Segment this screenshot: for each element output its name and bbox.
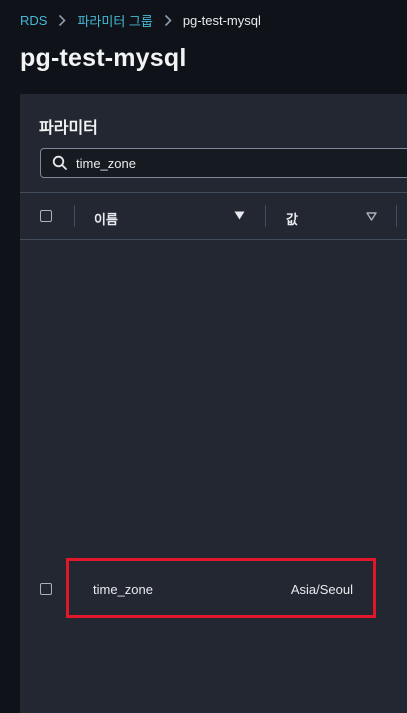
breadcrumb: RDS 파라미터 그룹 pg-test-mysql — [20, 11, 261, 29]
column-divider[interactable] — [396, 205, 397, 227]
breadcrumb-current: pg-test-mysql — [182, 12, 261, 28]
column-header-value[interactable]: 값 — [286, 209, 298, 228]
page-title: pg-test-mysql — [20, 44, 187, 72]
breadcrumb-parameter-groups-link[interactable]: 파라미터 그룹 — [77, 11, 152, 30]
table-row[interactable]: time_zone Asia/Seoul — [20, 570, 407, 610]
sort-descending-icon[interactable] — [234, 211, 245, 220]
sort-unsorted-icon[interactable] — [366, 212, 377, 221]
parameters-heading: 파라미터 — [39, 120, 98, 137]
row-select-checkbox[interactable] — [40, 583, 52, 595]
select-all-checkbox[interactable] — [40, 210, 52, 222]
search-input[interactable] — [76, 155, 376, 171]
parameter-value-cell: Asia/Seoul — [290, 582, 353, 597]
column-header-name[interactable]: 이름 — [94, 209, 118, 228]
table-header: 이름 값 — [20, 192, 407, 240]
parameter-name-cell: time_zone — [93, 582, 153, 597]
chevron-right-icon — [58, 14, 67, 27]
parameters-panel: 파라미터 이름 값 time_zone Asia/Seoul — [20, 94, 407, 713]
search-box[interactable] — [40, 148, 407, 178]
breadcrumb-rds-link[interactable]: RDS — [20, 13, 47, 28]
column-divider[interactable] — [265, 205, 266, 227]
chevron-right-icon — [164, 14, 172, 27]
column-divider[interactable] — [74, 205, 75, 227]
search-icon — [52, 155, 68, 171]
